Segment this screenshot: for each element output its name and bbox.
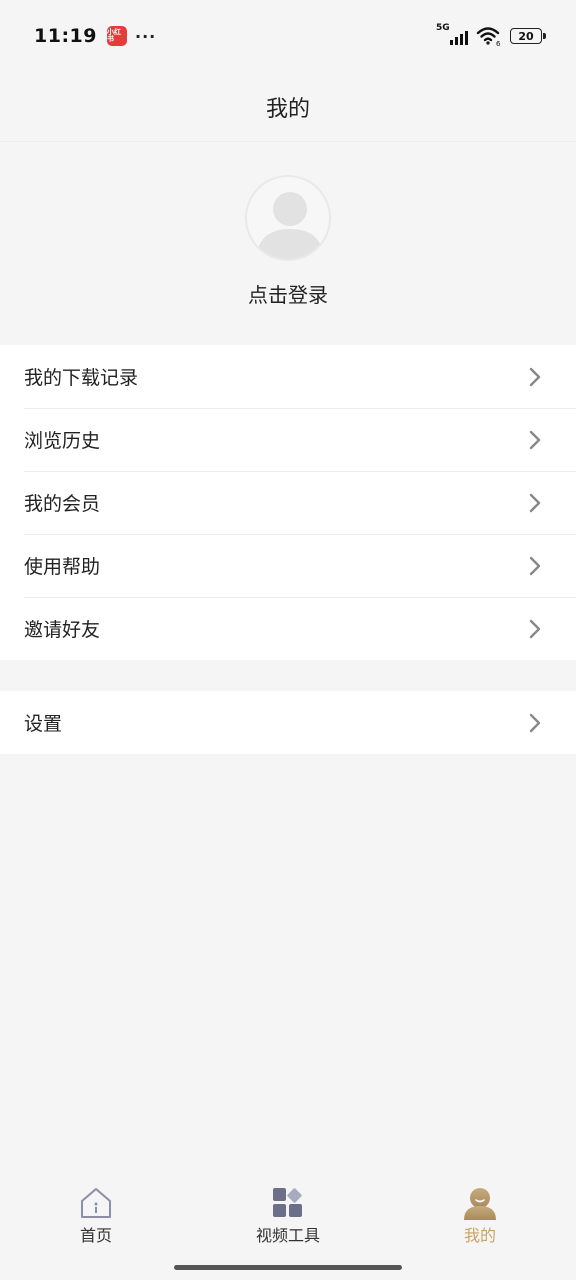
menu-item-download-history[interactable]: 我的下载记录: [0, 345, 576, 408]
default-avatar-icon: [256, 192, 324, 259]
menu-item-label: 使用帮助: [24, 556, 101, 578]
wifi-sub-label: 6: [496, 40, 501, 47]
chevron-right-icon: [529, 713, 541, 732]
page-header: 我的: [0, 72, 576, 142]
avatar[interactable]: [245, 175, 331, 261]
battery-level: 20: [518, 29, 534, 43]
menu-item-label: 我的会员: [24, 493, 101, 515]
profile-icon: [464, 1188, 496, 1220]
tab-profile[interactable]: 我的: [420, 1176, 540, 1246]
status-indicators: 5G 6 20: [436, 23, 546, 47]
menu-group-settings: 设置: [0, 691, 576, 754]
tab-home[interactable]: 首页: [36, 1176, 156, 1246]
menu-item-invite-friends[interactable]: 邀请好友: [0, 597, 576, 660]
home-indicator[interactable]: [174, 1265, 402, 1270]
tab-label: 首页: [79, 1226, 112, 1245]
grid-tools-icon: [273, 1188, 302, 1217]
app-notification-icon: 小红书: [106, 26, 127, 46]
status-bar: 11:19 小红书 ··· 5G 6 20: [0, 0, 576, 72]
page-title: 我的: [265, 96, 310, 122]
tab-video-tools[interactable]: 视频工具: [228, 1176, 348, 1246]
wifi-icon: 6: [476, 27, 501, 47]
tab-label: 我的: [463, 1226, 496, 1245]
login-link[interactable]: 点击登录: [248, 279, 328, 308]
menu-item-label: 浏览历史: [24, 430, 101, 452]
menu-item-help[interactable]: 使用帮助: [0, 534, 576, 597]
chevron-right-icon: [529, 430, 541, 449]
chevron-right-icon: [529, 493, 541, 512]
network-type: 5G: [436, 23, 450, 33]
chevron-right-icon: [529, 556, 541, 575]
battery-icon: 20: [510, 28, 546, 44]
chevron-right-icon: [529, 367, 541, 386]
menu-item-settings[interactable]: 设置: [0, 691, 576, 754]
cellular-signal-icon: 5G: [436, 23, 468, 47]
status-time: 11:19: [34, 25, 97, 47]
menu-group-main: 我的下载记录 浏览历史 我的会员 使用帮助 邀请好友: [0, 345, 576, 660]
tab-label: 视频工具: [255, 1226, 320, 1245]
menu-item-browse-history[interactable]: 浏览历史: [0, 408, 576, 471]
bottom-tab-bar: 首页 视频工具 我的: [0, 1176, 576, 1256]
home-icon: [81, 1188, 111, 1218]
menu-item-label: 设置: [24, 713, 63, 735]
menu-item-label: 我的下载记录: [24, 367, 139, 389]
chevron-right-icon: [529, 619, 541, 638]
menu-item-membership[interactable]: 我的会员: [0, 471, 576, 534]
menu-item-label: 邀请好友: [24, 619, 101, 641]
profile-section[interactable]: 点击登录: [0, 143, 576, 345]
more-notifications-icon: ···: [134, 26, 157, 46]
